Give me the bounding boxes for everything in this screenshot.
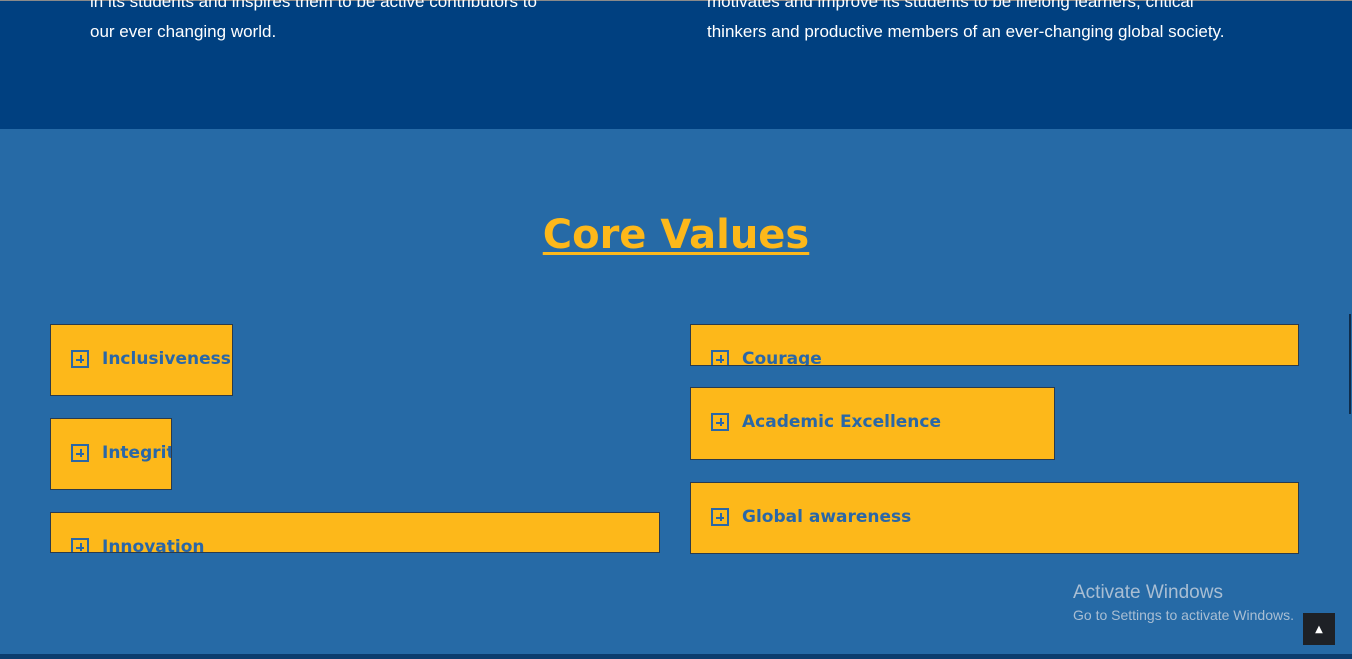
accordion-label: Inclusiveness bbox=[102, 349, 231, 369]
mission-right-line1: motivates and improve its students to be… bbox=[707, 0, 1194, 11]
accordion-innovation[interactable]: Innovation bbox=[50, 512, 660, 553]
mission-band: in its students and inspires them to be … bbox=[0, 0, 1352, 129]
accordion-label: Courage bbox=[742, 349, 822, 366]
core-values-title: Core Values bbox=[542, 212, 810, 258]
chevron-up-icon: ▲ bbox=[1315, 623, 1323, 635]
plus-icon bbox=[711, 508, 729, 526]
accordion-label: Innovation bbox=[102, 537, 205, 553]
activate-windows-title: Activate Windows bbox=[1073, 582, 1223, 603]
plus-icon bbox=[711, 413, 729, 431]
accordion-label: Global awareness bbox=[742, 507, 912, 527]
accordion-courage[interactable]: Courage bbox=[690, 324, 1299, 366]
accordion-inclusiveness[interactable]: Inclusiveness bbox=[50, 324, 233, 396]
scrollbar-thumb[interactable] bbox=[1349, 314, 1351, 414]
mission-text-right: motivates and improve its students to be… bbox=[707, 0, 1225, 47]
core-values-heading: Core Values bbox=[0, 212, 1352, 258]
plus-icon bbox=[71, 444, 89, 462]
mission-right-line2: thinkers and productive members of an ev… bbox=[707, 22, 1225, 41]
plus-icon bbox=[71, 350, 89, 368]
plus-icon bbox=[71, 538, 89, 552]
accordion-global-awareness[interactable]: Global awareness bbox=[690, 482, 1299, 554]
activate-windows-subtitle: Go to Settings to activate Windows. bbox=[1073, 607, 1294, 623]
mission-left-line1: in its students and inspires them to be … bbox=[90, 0, 537, 11]
mission-text-left: in its students and inspires them to be … bbox=[90, 0, 537, 47]
accordion-label: Integrity bbox=[102, 443, 171, 463]
mission-left-line2: our ever changing world. bbox=[90, 22, 277, 41]
scroll-to-top-button[interactable]: ▲ bbox=[1303, 613, 1335, 645]
accordion-label: Academic Excellence bbox=[742, 412, 942, 432]
accordion-academic-excellence[interactable]: Academic Excellence bbox=[690, 387, 1055, 460]
accordion-integrity[interactable]: Integrity bbox=[50, 418, 172, 490]
plus-icon bbox=[711, 350, 729, 365]
footer-edge bbox=[0, 654, 1352, 659]
